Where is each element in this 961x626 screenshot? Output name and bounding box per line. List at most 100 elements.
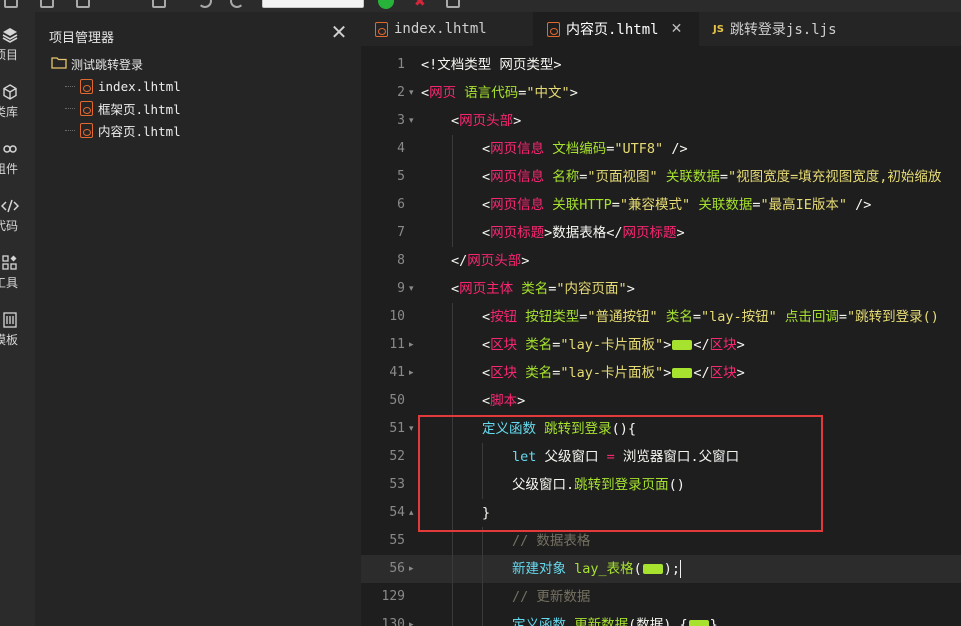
fold-collapsed-icon[interactable]: ▸ bbox=[409, 359, 414, 387]
save-icon[interactable] bbox=[4, 0, 18, 8]
fold-chevron-icon[interactable]: ▴ bbox=[409, 499, 414, 527]
tab-js-file[interactable]: JS 跳转登录js.ljs bbox=[699, 12, 899, 46]
folded-code-icon[interactable] bbox=[642, 564, 663, 574]
line-number: 129 bbox=[381, 589, 405, 604]
new-file-icon[interactable] bbox=[40, 0, 54, 8]
fold-collapsed-icon[interactable]: ▸ bbox=[409, 555, 414, 583]
line-number: 56 bbox=[389, 561, 405, 576]
activity-components[interactable]: 组件 bbox=[0, 138, 35, 188]
activity-components-label: 组件 bbox=[0, 162, 19, 176]
line-number: 11 bbox=[389, 337, 405, 352]
line-number: 10 bbox=[389, 309, 405, 324]
html-file-icon bbox=[80, 122, 93, 138]
code-line[interactable]: 4 <网页信息 文档编码="UTF8" /> bbox=[361, 135, 961, 163]
code-line[interactable]: 54 ▴ } bbox=[361, 499, 961, 527]
folder-icon bbox=[51, 56, 67, 72]
code-line[interactable]: 9 ▾ <网页主体 类名="内容页面"> bbox=[361, 275, 961, 303]
line-number: 52 bbox=[389, 449, 405, 464]
folded-code-icon[interactable] bbox=[672, 340, 693, 350]
current-code-line[interactable]: 56 ▸ 新建对象 lay_表格(); bbox=[361, 555, 961, 583]
activity-tools[interactable]: 工具 bbox=[0, 252, 35, 302]
js-file-icon: JS bbox=[713, 23, 724, 35]
tree-file-frame[interactable]: 框架页.lhtml bbox=[65, 99, 181, 117]
code-line[interactable]: 6 <网页信息 关联HTTP="兼容模式" 关联数据="最高IE版本" /> bbox=[361, 191, 961, 219]
tab-content-page[interactable]: 内容页.lhtml ✕ bbox=[533, 12, 699, 46]
code-line[interactable]: 52 let 父级窗口 = 浏览器窗口.父窗口 bbox=[361, 443, 961, 471]
link-icon bbox=[0, 138, 20, 160]
file-label: index.lhtml bbox=[98, 78, 181, 94]
folder-label: 测试跳转登录 bbox=[71, 57, 144, 72]
stop-icon[interactable]: ✖ bbox=[414, 0, 426, 9]
tab-index[interactable]: index.lhtml bbox=[361, 12, 533, 46]
code-line[interactable]: 2 ▾ <网页 语言代码="中文"> bbox=[361, 79, 961, 107]
code-line[interactable]: 1 <!文档类型 网页类型> bbox=[361, 51, 961, 79]
activity-project[interactable]: 项目 bbox=[0, 24, 35, 74]
project-explorer: 项目管理器 ✕ 测试跳转登录 index.lhtml 框架页.lhtml 内容页… bbox=[35, 12, 361, 626]
html-file-icon bbox=[547, 21, 560, 37]
code-line[interactable]: 41 ▸ <区块 类名="lay-卡片面板"> </区块> bbox=[361, 359, 961, 387]
code-line[interactable]: 53 父级窗口.跳转到登录页面() bbox=[361, 471, 961, 499]
code-line[interactable]: 11 ▸ <区块 类名="lay-卡片面板"> </区块> bbox=[361, 331, 961, 359]
fold-chevron-icon[interactable]: ▾ bbox=[409, 275, 414, 303]
open-file-icon[interactable] bbox=[76, 0, 90, 8]
code-line[interactable]: 7 <网页标题>数据表格</网页标题> bbox=[361, 219, 961, 247]
line-number: 50 bbox=[389, 393, 405, 408]
activity-bar: 项目 类库 组件 代码 工具 模板 bbox=[0, 12, 35, 626]
toolbar-input[interactable] bbox=[262, 0, 364, 8]
code-line[interactable]: 8 </网页头部> bbox=[361, 247, 961, 275]
fold-collapsed-icon[interactable]: ▸ bbox=[409, 331, 414, 359]
html-file-icon bbox=[375, 21, 388, 37]
activity-templates-label: 模板 bbox=[0, 333, 19, 347]
line-number: 7 bbox=[397, 225, 405, 240]
activity-library[interactable]: 类库 bbox=[0, 81, 35, 131]
close-icon[interactable]: ✕ bbox=[329, 21, 349, 43]
tab-label: 内容页.lhtml bbox=[566, 22, 659, 38]
tab-close-icon[interactable]: ✕ bbox=[671, 21, 683, 37]
code-line[interactable]: 10 <按钮 按钮类型="普通按钮" 类名="lay-按钮" 点击回调="跳转到… bbox=[361, 303, 961, 331]
line-number: 51 bbox=[389, 421, 405, 436]
html-file-icon bbox=[80, 78, 93, 94]
html-file-icon bbox=[80, 100, 93, 116]
activity-project-label: 项目 bbox=[0, 48, 19, 62]
code-line[interactable]: 130 ▸ 定义函数 更新数据(数据) {} bbox=[361, 611, 961, 626]
line-number: 53 bbox=[389, 477, 405, 492]
tab-label: 跳转登录js.ljs bbox=[729, 22, 837, 38]
line-number: 54 bbox=[389, 505, 405, 520]
line-number: 9 bbox=[397, 281, 405, 296]
line-number: 1 bbox=[397, 57, 405, 72]
redo-icon[interactable] bbox=[230, 0, 244, 8]
explorer-title: 项目管理器 bbox=[49, 31, 115, 46]
tree-file-content[interactable]: 内容页.lhtml bbox=[65, 121, 181, 139]
editor-tabs: index.lhtml 内容页.lhtml ✕ JS 跳转登录js.ljs bbox=[361, 12, 961, 46]
text-cursor bbox=[680, 560, 682, 578]
code-line[interactable]: 129 // 更新数据 bbox=[361, 583, 961, 611]
fold-collapsed-icon[interactable]: ▸ bbox=[409, 611, 414, 626]
fold-chevron-icon[interactable]: ▾ bbox=[409, 107, 414, 135]
run-icon[interactable] bbox=[378, 0, 394, 9]
code-line[interactable]: 50 <脚本> bbox=[361, 387, 961, 415]
code-line[interactable]: 55 // 数据表格 bbox=[361, 527, 961, 555]
file-label: 框架页.lhtml bbox=[98, 101, 181, 117]
tree-folder[interactable]: 测试跳转登录 bbox=[51, 55, 143, 73]
code-line[interactable]: 5 <网页信息 名称="页面视图" 关联数据="视图宽度=填充视图宽度,初始缩放 bbox=[361, 163, 961, 191]
debug-icon[interactable] bbox=[446, 0, 460, 8]
file-label: 内容页.lhtml bbox=[98, 123, 181, 139]
folded-code-icon[interactable] bbox=[688, 620, 709, 626]
activity-code[interactable]: 代码 bbox=[0, 195, 35, 245]
activity-templates[interactable]: 模板 bbox=[0, 309, 35, 359]
fold-chevron-icon[interactable]: ▾ bbox=[409, 415, 414, 443]
undo-icon[interactable] bbox=[198, 0, 212, 8]
code-line[interactable]: 3 ▾ <网页头部> bbox=[361, 107, 961, 135]
activity-tools-label: 工具 bbox=[0, 276, 19, 290]
code-line[interactable]: 51 ▾ 定义函数 跳转到登录(){ bbox=[361, 415, 961, 443]
cube-icon bbox=[0, 81, 20, 103]
folded-code-icon[interactable] bbox=[672, 368, 693, 378]
top-toolbar: ✖ bbox=[0, 0, 961, 12]
activity-library-label: 类库 bbox=[0, 105, 19, 119]
fold-chevron-icon[interactable]: ▾ bbox=[409, 79, 414, 107]
code-editor[interactable]: index.lhtml 内容页.lhtml ✕ JS 跳转登录js.ljs 1 … bbox=[361, 12, 961, 626]
line-number: 41 bbox=[389, 365, 405, 380]
tree-file-index[interactable]: index.lhtml bbox=[65, 77, 181, 95]
print-icon[interactable] bbox=[152, 0, 166, 8]
line-number: 4 bbox=[397, 141, 405, 156]
